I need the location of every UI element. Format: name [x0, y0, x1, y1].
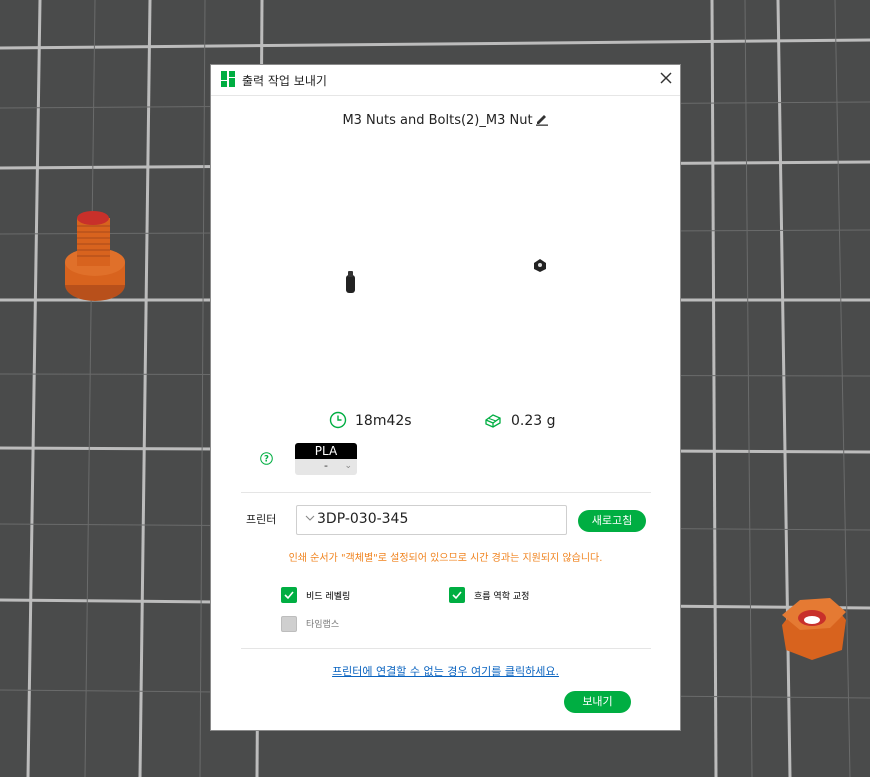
- chevron-down-icon: ⌄: [344, 461, 352, 471]
- send-print-job-dialog: 출력 작업 보내기 M3 Nuts and Bolts(2)_M3 Nut 18…: [210, 64, 681, 731]
- filament-mapping[interactable]: PLA - ⌄: [295, 443, 357, 475]
- checkmark-icon: [284, 591, 294, 600]
- nut-thumbnail: [534, 259, 546, 272]
- refresh-button[interactable]: 새로고침: [578, 510, 646, 532]
- divider: [241, 492, 651, 493]
- model-name-text: M3 Nuts and Bolts(2)_M3 Nut: [342, 113, 533, 128]
- cannot-connect-help-link[interactable]: 프린터에 연결할 수 없는 경우 여기를 클릭하세요.: [211, 663, 680, 679]
- filament-name: PLA: [295, 443, 357, 459]
- print-time-stat: 18m42s: [329, 411, 412, 429]
- timelapse-label: 타임랩스: [306, 620, 340, 630]
- bolt-thumbnail: [346, 271, 355, 293]
- filament-weight-icon: [485, 414, 501, 428]
- printer-select[interactable]: 3DP-030-345: [296, 505, 567, 535]
- flow-calibration-checkbox[interactable]: [449, 587, 465, 603]
- bed-leveling-checkbox[interactable]: [281, 587, 297, 603]
- printer-selected-value: 3DP-030-345: [317, 511, 409, 527]
- printer-label: 프린터: [246, 513, 277, 526]
- model-name: M3 Nuts and Bolts(2)_M3 Nut: [211, 112, 680, 128]
- bambu-app-icon: [221, 71, 235, 87]
- bolt-model: [65, 211, 125, 301]
- dialog-titlebar: 출력 작업 보내기: [211, 65, 680, 96]
- send-button[interactable]: 보내기: [564, 691, 631, 713]
- svg-text:?: ?: [264, 455, 269, 465]
- edit-name-icon[interactable]: [535, 112, 549, 126]
- print-time: 18m42s: [355, 413, 412, 429]
- divider: [241, 648, 651, 649]
- flow-calibration-label: 흐름 역학 교정: [474, 592, 530, 602]
- dialog-title: 출력 작업 보내기: [242, 74, 327, 88]
- timelapse-checkbox[interactable]: [281, 616, 297, 632]
- timelapse-warning: 인쇄 순서가 "객체별"로 설정되어 있으므로 시간 경과는 지원되지 않습니다…: [288, 553, 603, 564]
- chevron-down-icon: [305, 515, 315, 521]
- filament-weight-stat: 0.23 g: [483, 411, 556, 429]
- clock-icon: [329, 411, 347, 429]
- bed-leveling-label: 비드 레벨링: [306, 592, 351, 602]
- filament-slot-value: -: [324, 459, 328, 472]
- help-icon[interactable]: ?: [260, 452, 273, 465]
- close-icon[interactable]: [659, 71, 673, 85]
- filament-slot-select[interactable]: - ⌄: [295, 459, 357, 475]
- filament-weight: 0.23 g: [511, 413, 556, 429]
- plate-thumbnail: [346, 259, 546, 293]
- nut-model: [782, 598, 846, 660]
- checkmark-icon: [452, 591, 462, 600]
